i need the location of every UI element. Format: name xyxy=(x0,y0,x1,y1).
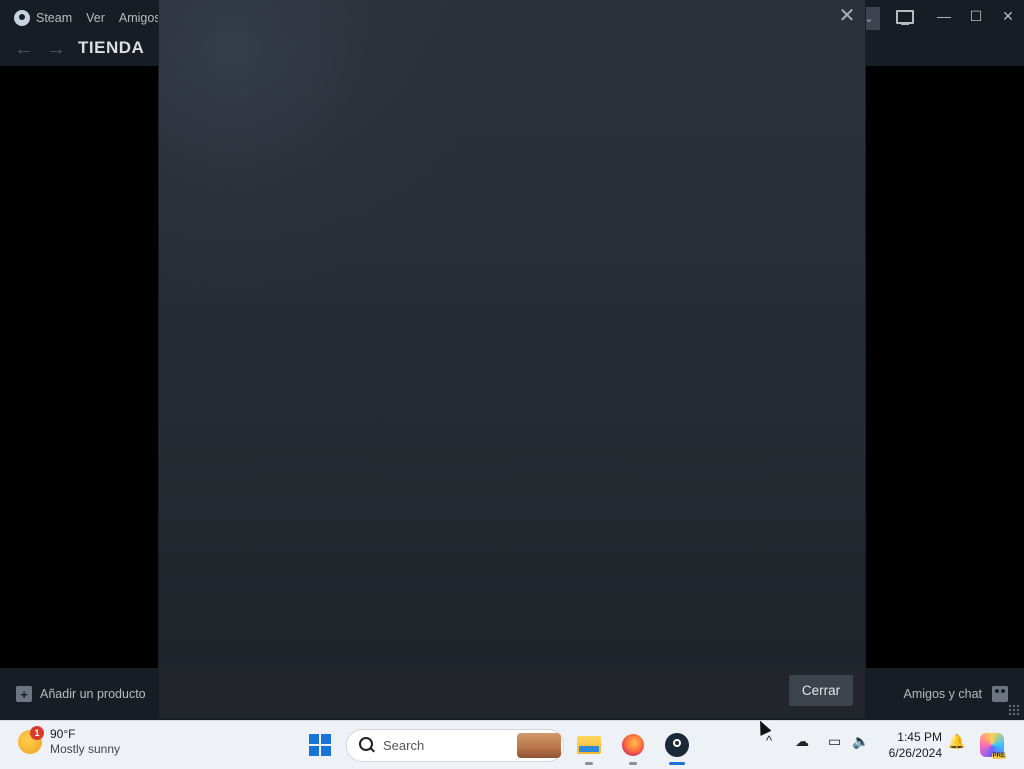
menu-ver[interactable]: Ver xyxy=(86,11,105,25)
file-explorer-taskbar-button[interactable] xyxy=(575,731,603,765)
windows-taskbar: 1 90°F Mostly sunny Search ^ ☁ ▭ 🔈 1:45 … xyxy=(0,720,1024,769)
show-hidden-icons-chevron-icon[interactable]: ^ xyxy=(766,733,772,748)
big-picture-monitor-icon[interactable] xyxy=(896,10,914,25)
maximize-button[interactable]: ☐ xyxy=(960,0,992,32)
onedrive-cloud-icon[interactable]: ☁ xyxy=(795,733,809,750)
plus-icon: + xyxy=(16,686,32,702)
weather-temp: 90°F xyxy=(50,727,76,741)
friends-chat-button[interactable]: Amigos y chat xyxy=(903,686,1008,702)
resize-grip-icon[interactable] xyxy=(1008,704,1020,716)
steam-taskbar-button[interactable] xyxy=(663,731,691,765)
system-clock[interactable]: 1:45 PM 6/26/2024 xyxy=(880,729,942,761)
friends-icon xyxy=(992,686,1008,702)
back-arrow-icon[interactable]: ← xyxy=(14,38,34,61)
weather-widget[interactable]: 1 90°F Mostly sunny xyxy=(18,726,120,757)
modal-footer: Cerrar xyxy=(159,666,865,718)
search-highlight-image xyxy=(517,733,561,758)
window-controls: — ☐ ✕ xyxy=(928,0,1024,32)
copilot-pre-badge: PRE xyxy=(991,753,1006,759)
store-title[interactable]: TIENDA xyxy=(78,38,144,58)
firefox-taskbar-button[interactable] xyxy=(619,731,647,765)
clock-time: 1:45 PM xyxy=(897,730,942,744)
volume-icon[interactable]: 🔈 xyxy=(852,733,869,750)
weather-condition: Mostly sunny xyxy=(50,742,121,756)
network-monitor-icon[interactable]: ▭ xyxy=(828,733,841,750)
windows-start-icon[interactable] xyxy=(309,734,331,756)
sun-icon: 1 xyxy=(18,726,44,754)
copilot-icon[interactable]: PRE xyxy=(980,733,1006,759)
minimize-button[interactable]: — xyxy=(928,0,960,32)
search-label: Search xyxy=(383,738,425,753)
search-icon xyxy=(359,737,373,751)
taskbar-search-box[interactable]: Search xyxy=(346,729,564,762)
clock-date: 6/26/2024 xyxy=(888,746,942,760)
modal-dialog: ✕ Cerrar xyxy=(159,0,865,718)
steam-icon xyxy=(665,733,689,757)
cerrar-button[interactable]: Cerrar xyxy=(789,675,853,706)
modal-background-glow xyxy=(159,0,479,300)
menu-amigos-label: Amigos xyxy=(118,11,161,25)
notification-badge: 1 xyxy=(30,726,44,740)
add-product-label: Añadir un producto xyxy=(40,687,146,701)
friends-chat-label: Amigos y chat xyxy=(903,687,982,701)
folder-icon xyxy=(577,736,601,754)
menu-steam-label: Steam xyxy=(36,11,73,25)
modal-close-icon[interactable]: ✕ xyxy=(835,4,859,28)
firefox-icon xyxy=(622,734,644,756)
menu-amigos[interactable]: Amigos xyxy=(119,11,161,25)
steam-logo-icon xyxy=(14,10,30,26)
add-product-button[interactable]: + Añadir un producto xyxy=(16,686,146,702)
weather-text: 90°F Mostly sunny xyxy=(50,727,120,757)
notification-bell-icon[interactable]: 🔔 xyxy=(948,733,965,750)
steam-menu-bar: Steam Ver Amigos xyxy=(14,10,161,26)
menu-ver-label: Ver xyxy=(86,11,105,25)
menu-steam[interactable]: Steam xyxy=(14,10,72,26)
forward-arrow-icon[interactable]: → xyxy=(46,38,66,61)
close-window-button[interactable]: ✕ xyxy=(992,0,1024,32)
